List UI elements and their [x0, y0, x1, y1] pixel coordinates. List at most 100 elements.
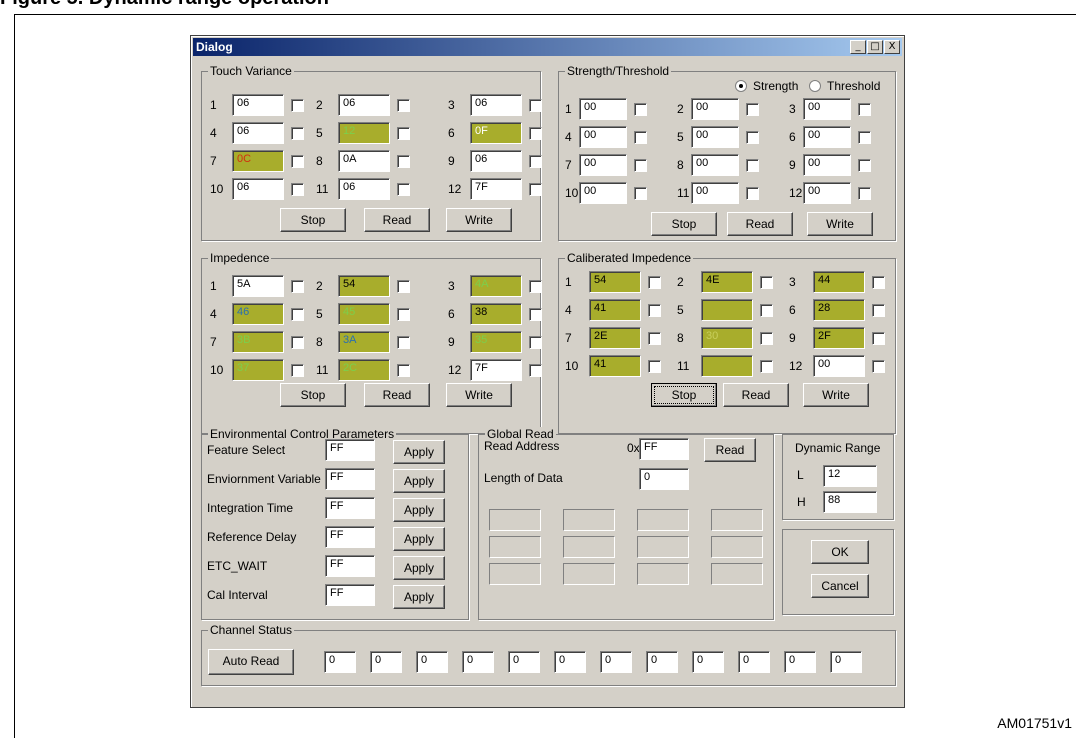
calibrated_impedence-value-1[interactable]: 54	[589, 271, 641, 293]
strength-radio[interactable]	[735, 80, 747, 92]
env-input-2[interactable]: FF	[325, 497, 375, 519]
touch_variance-read-button[interactable]: Read	[364, 208, 430, 232]
impedence-value-1[interactable]: 5A	[232, 275, 284, 297]
touch_variance-value-10[interactable]: 06	[232, 178, 284, 200]
strength_threshold-checkbox-6[interactable]	[858, 131, 871, 144]
touch_variance-checkbox-9[interactable]	[529, 155, 542, 168]
touch_variance-value-11[interactable]: 06	[338, 178, 390, 200]
calibrated_impedence-checkbox-4[interactable]	[648, 304, 661, 317]
strength_threshold-value-12[interactable]: 00	[803, 182, 851, 204]
touch_variance-checkbox-6[interactable]	[529, 127, 542, 140]
touch_variance-value-8[interactable]: 0A	[338, 150, 390, 172]
strength_threshold-checkbox-11[interactable]	[746, 187, 759, 200]
touch_variance-value-1[interactable]: 06	[232, 94, 284, 116]
impedence-checkbox-7[interactable]	[291, 336, 304, 349]
touch_variance-checkbox-1[interactable]	[291, 99, 304, 112]
strength_threshold-checkbox-1[interactable]	[634, 103, 647, 116]
impedence-checkbox-1[interactable]	[291, 280, 304, 293]
impedence-value-5[interactable]: 45	[338, 303, 390, 325]
env-apply-button-3[interactable]: Apply	[393, 527, 445, 551]
impedence-checkbox-11[interactable]	[397, 364, 410, 377]
impedence-checkbox-3[interactable]	[529, 280, 542, 293]
impedence-value-8[interactable]: 3A	[338, 331, 390, 353]
strength_threshold-checkbox-9[interactable]	[858, 159, 871, 172]
env-apply-button-1[interactable]: Apply	[393, 469, 445, 493]
touch_variance-checkbox-7[interactable]	[291, 155, 304, 168]
calibrated_impedence-value-10[interactable]: 41	[589, 355, 641, 377]
env-apply-button-4[interactable]: Apply	[393, 556, 445, 580]
length-of-data-input[interactable]: 0	[639, 468, 689, 490]
strength_threshold-value-10[interactable]: 00	[579, 182, 627, 204]
dynamic-range-l-input[interactable]: 12	[823, 465, 877, 487]
strength_threshold-value-2[interactable]: 00	[691, 98, 739, 120]
impedence-value-4[interactable]: 46	[232, 303, 284, 325]
impedence-checkbox-2[interactable]	[397, 280, 410, 293]
impedence-write-button[interactable]: Write	[446, 383, 512, 407]
env-apply-button-2[interactable]: Apply	[393, 498, 445, 522]
ok-button[interactable]: OK	[811, 540, 869, 564]
touch_variance-value-4[interactable]: 06	[232, 122, 284, 144]
impedence-checkbox-5[interactable]	[397, 308, 410, 321]
calibrated_impedence-value-3[interactable]: 44	[813, 271, 865, 293]
close-button[interactable]: X	[884, 40, 900, 54]
impedence-value-3[interactable]: 4A	[470, 275, 522, 297]
touch_variance-value-5[interactable]: 12	[338, 122, 390, 144]
impedence-value-11[interactable]: 2C	[338, 359, 390, 381]
impedence-checkbox-4[interactable]	[291, 308, 304, 321]
impedence-read-button[interactable]: Read	[364, 383, 430, 407]
impedence-value-10[interactable]: 37	[232, 359, 284, 381]
touch_variance-checkbox-5[interactable]	[397, 127, 410, 140]
env-apply-button-5[interactable]: Apply	[393, 585, 445, 609]
strength_threshold-checkbox-5[interactable]	[746, 131, 759, 144]
env-input-1[interactable]: FF	[325, 468, 375, 490]
touch_variance-checkbox-12[interactable]	[529, 183, 542, 196]
calibrated_impedence-value-4[interactable]: 41	[589, 299, 641, 321]
calibrated_impedence-value-8[interactable]: 30	[701, 327, 753, 349]
strength_threshold-value-3[interactable]: 00	[803, 98, 851, 120]
impedence-value-2[interactable]: 54	[338, 275, 390, 297]
strength_threshold-checkbox-2[interactable]	[746, 103, 759, 116]
calibrated_impedence-checkbox-3[interactable]	[872, 276, 885, 289]
impedence-value-9[interactable]: 35	[470, 331, 522, 353]
calibrated_impedence-value-5[interactable]: 40	[701, 299, 753, 321]
touch_variance-value-7[interactable]: 0C	[232, 150, 284, 172]
calibrated_impedence-checkbox-6[interactable]	[872, 304, 885, 317]
touch_variance-checkbox-8[interactable]	[397, 155, 410, 168]
impedence-checkbox-10[interactable]	[291, 364, 304, 377]
impedence-value-7[interactable]: 3B	[232, 331, 284, 353]
impedence-stop-button[interactable]: Stop	[280, 383, 346, 407]
calibrated_impedence-read-button[interactable]: Read	[723, 383, 789, 407]
impedence-checkbox-12[interactable]	[529, 364, 542, 377]
strength_threshold-value-7[interactable]: 00	[579, 154, 627, 176]
touch_variance-stop-button[interactable]: Stop	[280, 208, 346, 232]
env-input-3[interactable]: FF	[325, 526, 375, 548]
strength_threshold-value-9[interactable]: 00	[803, 154, 851, 176]
strength_threshold-stop-button[interactable]: Stop	[651, 212, 717, 236]
strength_threshold-checkbox-7[interactable]	[634, 159, 647, 172]
strength_threshold-value-8[interactable]: 00	[691, 154, 739, 176]
impedence-checkbox-6[interactable]	[529, 308, 542, 321]
touch_variance-checkbox-10[interactable]	[291, 183, 304, 196]
impedence-value-6[interactable]: 38	[470, 303, 522, 325]
maximize-button[interactable]: □	[867, 40, 883, 54]
touch_variance-value-2[interactable]: 06	[338, 94, 390, 116]
calibrated_impedence-value-7[interactable]: 2E	[589, 327, 641, 349]
strength_threshold-read-button[interactable]: Read	[727, 212, 793, 236]
calibrated_impedence-checkbox-10[interactable]	[648, 360, 661, 373]
calibrated_impedence-write-button[interactable]: Write	[803, 383, 869, 407]
strength_threshold-checkbox-3[interactable]	[858, 103, 871, 116]
impedence-checkbox-8[interactable]	[397, 336, 410, 349]
strength_threshold-value-4[interactable]: 00	[579, 126, 627, 148]
calibrated_impedence-value-2[interactable]: 4E	[701, 271, 753, 293]
minimize-button[interactable]: _	[850, 40, 866, 54]
title-bar[interactable]: Dialog _ □ X	[193, 38, 902, 56]
env-input-5[interactable]: FF	[325, 584, 375, 606]
touch_variance-checkbox-4[interactable]	[291, 127, 304, 140]
touch_variance-value-6[interactable]: 0F	[470, 122, 522, 144]
calibrated_impedence-value-6[interactable]: 28	[813, 299, 865, 321]
env-input-0[interactable]: FF	[325, 439, 375, 461]
strength_threshold-checkbox-10[interactable]	[634, 187, 647, 200]
dynamic-range-h-input[interactable]: 88	[823, 491, 877, 513]
calibrated_impedence-checkbox-2[interactable]	[760, 276, 773, 289]
touch_variance-checkbox-3[interactable]	[529, 99, 542, 112]
